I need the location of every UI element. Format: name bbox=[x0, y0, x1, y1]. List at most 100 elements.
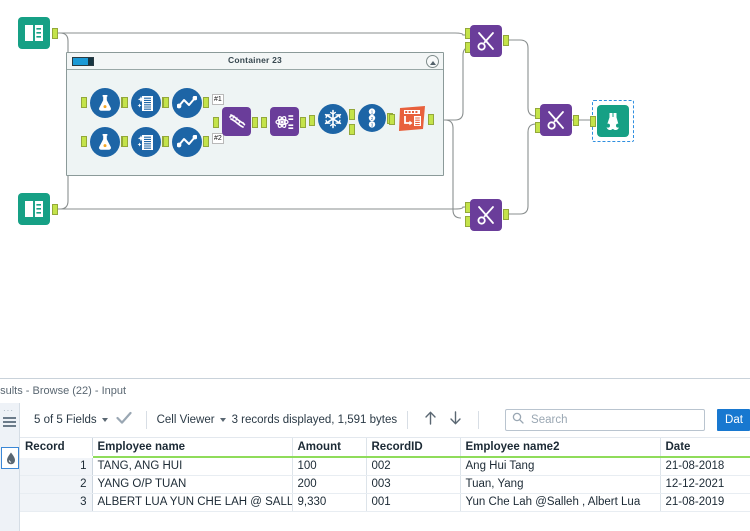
output-anchor[interactable] bbox=[573, 115, 579, 126]
column-header-employee-name2[interactable]: Employee name2 bbox=[460, 438, 661, 458]
cell-amount: 100 bbox=[292, 457, 367, 476]
output-anchor[interactable] bbox=[428, 114, 434, 125]
container-title: Container 23 bbox=[228, 55, 282, 65]
output-anchor[interactable] bbox=[252, 117, 258, 128]
container-header[interactable]: Container 23 bbox=[67, 53, 443, 70]
join-icon bbox=[470, 199, 502, 231]
table-row[interactable]: 1 TANG, ANG HUI 100 002 Ang Hui Tang 21-… bbox=[20, 457, 750, 476]
input-anchor[interactable] bbox=[122, 136, 128, 147]
results-title-bar: esults - Browse (22) - Input bbox=[0, 379, 750, 403]
search-input[interactable] bbox=[529, 413, 699, 427]
chevron-down-icon[interactable] bbox=[219, 418, 226, 422]
binoculars-icon bbox=[597, 105, 629, 137]
tool-join-top[interactable] bbox=[465, 25, 509, 57]
output-anchor[interactable] bbox=[503, 35, 509, 46]
check-icon[interactable] bbox=[116, 411, 132, 430]
tool-sentiment-2[interactable]: #2 bbox=[163, 127, 224, 157]
results-side-strip[interactable]: ··· bbox=[0, 403, 20, 531]
alteryx-designer-window: Container 23 #1 #2 1 2 3 esults - Browse… bbox=[0, 0, 750, 531]
cell-date: 21-08-2019 bbox=[660, 493, 750, 512]
input-anchor[interactable] bbox=[81, 136, 87, 147]
input-anchor[interactable] bbox=[261, 117, 267, 128]
arrow-down-icon[interactable] bbox=[448, 410, 463, 431]
atom-grid-icon bbox=[270, 107, 299, 136]
results-table: Record Employee name Amount RecordID Emp… bbox=[20, 438, 750, 512]
data-tab-button[interactable]: Dat bbox=[717, 409, 750, 431]
cell-record-number: 3 bbox=[20, 493, 93, 512]
cell-recordid: 002 bbox=[366, 457, 461, 476]
input-anchor[interactable] bbox=[590, 116, 596, 127]
search-field[interactable] bbox=[505, 409, 706, 431]
flask-icon bbox=[90, 88, 120, 118]
droplet-icon[interactable] bbox=[1, 447, 19, 469]
output-anchor[interactable] bbox=[52, 28, 58, 39]
chevron-down-icon[interactable] bbox=[101, 418, 108, 422]
output-anchor[interactable] bbox=[203, 97, 209, 108]
tool-make-group[interactable] bbox=[261, 107, 306, 136]
cell-amount: 9,330 bbox=[292, 493, 367, 512]
cell-viewer-label[interactable]: Cell Viewer bbox=[157, 414, 215, 426]
document-sparkle-icon bbox=[131, 88, 161, 118]
cell-employee-name2: Tuan, Yang bbox=[460, 475, 661, 494]
join-icon bbox=[470, 25, 502, 57]
results-toolbar[interactable]: 5 of 5 Fields Cell Viewer 3 records disp… bbox=[20, 403, 750, 438]
tool-word-cloud-2[interactable] bbox=[122, 127, 168, 157]
chart-dot-icon bbox=[172, 88, 202, 118]
input-anchor[interactable] bbox=[163, 136, 169, 147]
tool-word-cloud-1[interactable] bbox=[122, 88, 168, 118]
fields-count-label[interactable]: 5 of 5 Fields bbox=[34, 414, 97, 426]
document-sparkle-icon bbox=[131, 127, 161, 157]
input-anchor[interactable] bbox=[81, 97, 87, 108]
table-row[interactable]: 3 ALBERT LUA YUN CHE LAH @ SALL 9,330 00… bbox=[20, 493, 750, 512]
output-anchor[interactable] bbox=[503, 209, 509, 220]
column-header-record[interactable]: Record bbox=[20, 438, 93, 458]
list-lines-icon[interactable] bbox=[3, 417, 17, 431]
output-anchor[interactable] bbox=[203, 136, 209, 147]
tool-text-preprocessing-2[interactable] bbox=[81, 127, 127, 157]
tool-unique[interactable] bbox=[309, 104, 355, 135]
tool-input-data-1[interactable] bbox=[18, 17, 58, 49]
arrow-up-icon[interactable] bbox=[423, 410, 438, 431]
tool-fuzzy-match[interactable] bbox=[213, 107, 258, 136]
cell-employee-name: YANG O/P TUAN bbox=[92, 475, 293, 494]
toolbar-divider bbox=[145, 411, 147, 429]
cell-record-number: 1 bbox=[20, 457, 93, 476]
chevron-up-icon[interactable] bbox=[426, 55, 439, 68]
tool-join-middle[interactable] bbox=[535, 104, 579, 136]
search-icon bbox=[512, 411, 524, 429]
output-anchor-duplicate[interactable] bbox=[349, 124, 355, 135]
workflow-canvas[interactable]: Container 23 #1 #2 1 2 3 bbox=[0, 0, 750, 378]
snowflake-icon bbox=[318, 104, 348, 134]
column-header-employee-name[interactable]: Employee name bbox=[92, 438, 293, 458]
tool-multi-field-formula[interactable]: 1 2 3 bbox=[358, 104, 393, 132]
cell-employee-name: ALBERT LUA YUN CHE LAH @ SALL bbox=[92, 493, 293, 512]
input-anchor[interactable] bbox=[122, 97, 128, 108]
column-header-recordid[interactable]: RecordID bbox=[366, 438, 461, 458]
column-header-amount[interactable]: Amount bbox=[292, 438, 367, 458]
input-anchor[interactable] bbox=[309, 115, 315, 126]
column-header-date[interactable]: Date bbox=[660, 438, 750, 458]
results-panel: esults - Browse (22) - Input ··· 5 of 5 … bbox=[0, 378, 750, 531]
output-anchor[interactable] bbox=[300, 117, 306, 128]
input-anchor[interactable] bbox=[213, 117, 219, 128]
input-anchor[interactable] bbox=[389, 114, 395, 125]
tool-text-preprocessing-1[interactable] bbox=[81, 88, 127, 118]
results-grid[interactable]: Record Employee name Amount RecordID Emp… bbox=[20, 438, 750, 531]
cell-recordid: 003 bbox=[366, 475, 461, 494]
cell-employee-name: TANG, ANG HUI bbox=[92, 457, 293, 476]
cell-date: 21-08-2018 bbox=[660, 457, 750, 476]
book-icon bbox=[18, 193, 50, 225]
table-row[interactable]: 2 YANG O/P TUAN 200 003 Tuan, Yang 12-12… bbox=[20, 475, 750, 494]
tool-sentiment-1[interactable]: #1 bbox=[163, 88, 224, 118]
input-anchor[interactable] bbox=[163, 97, 169, 108]
tool-input-data-2[interactable] bbox=[18, 193, 58, 225]
dna-icon bbox=[222, 107, 251, 136]
output-anchor[interactable] bbox=[52, 204, 58, 215]
tool-join-bottom[interactable] bbox=[465, 199, 509, 231]
flask-icon bbox=[90, 127, 120, 157]
records-displayed-label: 3 records displayed, 1,591 bytes bbox=[231, 414, 398, 426]
tool-browse[interactable] bbox=[590, 105, 629, 137]
tool-transpose[interactable] bbox=[389, 104, 434, 133]
output-anchor-unique[interactable] bbox=[349, 109, 355, 120]
cell-recordid: 001 bbox=[366, 493, 461, 512]
